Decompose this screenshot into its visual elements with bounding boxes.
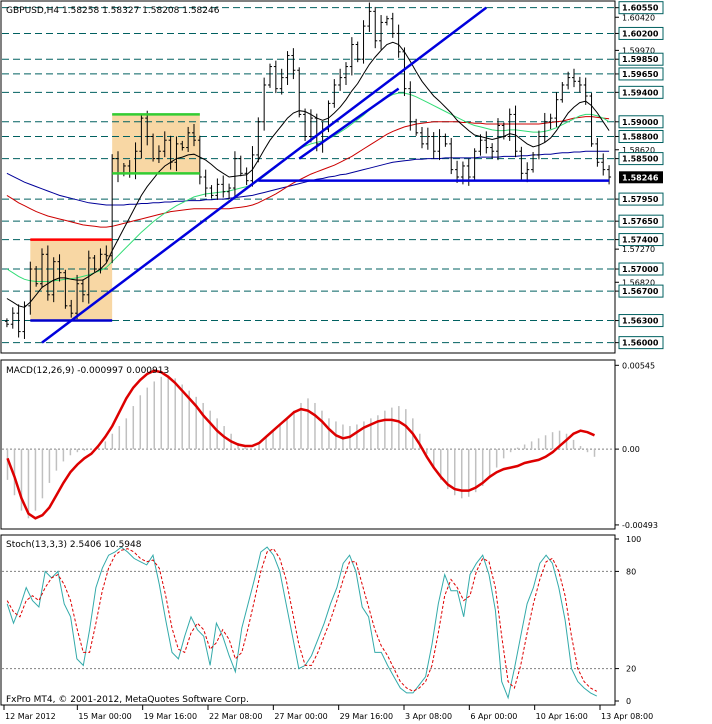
stoch-header: Stoch(13,3,3) 2.5406 10.5948 — [6, 540, 142, 550]
stoch-tick-label-3: 0 — [626, 697, 631, 706]
price-tick-label-4: 1.59850 — [622, 55, 659, 64]
time-axis-label-6: 3 Apr 08:00 — [405, 712, 452, 721]
chart-canvas: 1.605501.604201.602001.599701.598501.596… — [0, 0, 664, 721]
trendline-1 — [298, 87, 400, 160]
stoch-layer — [2, 546, 615, 700]
price-tick-label-10: 1.58500 — [622, 155, 659, 164]
macd-layer — [2, 369, 615, 520]
time-axis-label-3: 22 Mar 08:00 — [209, 712, 262, 721]
price-tick-label-14: 1.57270 — [622, 245, 655, 254]
time-axis-label-1: 15 Mar 00:00 — [78, 712, 131, 721]
price-tick-label-7: 1.59000 — [622, 118, 659, 127]
stoch-signal-line — [6, 548, 598, 692]
stoch-tick-label-1: 80 — [626, 567, 636, 576]
price-tick-label-11: 1.57950 — [622, 195, 659, 204]
macd-tick-label-2: -0.00493 — [622, 521, 658, 530]
price-tick-label-0: 1.60550 — [622, 4, 659, 13]
footer-copyright: FxPro MT4, © 2001-2012, MetaQuotes Softw… — [6, 695, 249, 705]
price-tick-label-17: 1.56700 — [622, 287, 659, 296]
macd-tick-label-0: 0.00545 — [622, 361, 655, 370]
price-tick-label-6: 1.59400 — [622, 88, 659, 97]
price-tick-label-2: 1.60200 — [622, 29, 659, 38]
time-axis-label-0: 12 Mar 2012 — [5, 712, 56, 721]
time-axis-label-4: 27 Mar 00:00 — [274, 712, 327, 721]
time-axis-label-8: 10 Apr 16:00 — [536, 712, 588, 721]
current-price-label: 1.58246 — [622, 173, 659, 182]
price-tick-label-18: 1.56300 — [622, 317, 659, 326]
time-axis-label-2: 19 Mar 16:00 — [144, 712, 197, 721]
price-header-symbol: GBPUSD,H4 — [6, 6, 59, 16]
price-header-ohlc: 1.58258 1.58327 1.58208 1.58246 — [62, 6, 220, 16]
price-tick-label-1: 1.60420 — [622, 13, 655, 22]
trendline-0 — [41, 6, 488, 344]
price-layer — [2, 2, 615, 344]
price-tick-label-5: 1.59650 — [622, 70, 659, 79]
stoch-panel — [0, 534, 616, 706]
range-box-1 — [112, 114, 200, 174]
price-tick-label-19: 1.56000 — [622, 339, 659, 348]
time-axis-label-9: 13 Apr 08:00 — [601, 712, 653, 721]
macd-tick-label-1: 0.00 — [622, 445, 640, 454]
ma-slow-line — [6, 116, 610, 228]
time-axis-label-7: 6 Apr 00:00 — [470, 712, 517, 721]
stoch-tick-label-0: 100 — [626, 535, 641, 544]
ma-long-line — [6, 150, 610, 206]
price-tick-label-12: 1.57650 — [622, 217, 659, 226]
stoch-tick-label-2: 20 — [626, 665, 636, 674]
price-tick-label-15: 1.57000 — [622, 265, 659, 274]
price-tick-label-13: 1.57400 — [622, 236, 659, 245]
price-tick-label-8: 1.58800 — [622, 133, 659, 142]
time-axis-label-5: 29 Mar 16:00 — [340, 712, 393, 721]
macd-header: MACD(12,26,9) -0.000997 0.000913 — [6, 366, 169, 376]
